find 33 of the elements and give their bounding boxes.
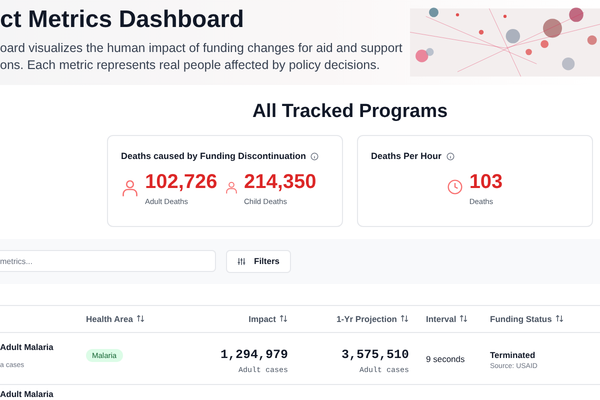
card-title: Deaths Per Hour [371,150,442,163]
interval-text: 9 seconds [426,354,465,364]
search-field[interactable]: metrics... [0,250,216,272]
description-line: ons. Each metric represents real people affected by policy decisions. [0,58,381,73]
column-header[interactable]: Interval [426,314,456,324]
column-header[interactable]: Funding Status [490,314,552,324]
column-header[interactable]: Impact [248,314,276,324]
column-header[interactable]: 1-Yr Projection [336,314,397,324]
person-icon [225,181,238,194]
info-icon [446,152,455,162]
funding-status: Terminated [490,350,536,360]
metric-value: 102,726 [145,172,218,192]
sort-icon [400,314,409,324]
person-icon [121,179,139,198]
filters-button[interactable]: Filters [226,250,291,273]
sort-icon [136,314,145,324]
column-header[interactable]: Health Area [86,314,133,324]
metric-value: 103 [469,172,503,192]
page-title: ct Metrics Dashboard [0,6,246,35]
sort-icon [554,314,564,324]
card-title: Deaths caused by Funding Discontinuation [121,150,306,163]
sliders-icon [237,256,246,266]
metric-value: 214,350 [244,172,316,192]
sort-icon [279,314,288,324]
info-icon [310,152,320,162]
program-name: Adult Malaria [0,342,54,352]
sort-icon [459,314,468,324]
description-line: oard visualizes the human impact of funding changes for aid and support [0,40,404,56]
clock-icon [447,179,464,196]
number-value: 3,575,510 [340,348,409,363]
number-value: 1,294,979 [219,348,288,363]
section-title: All Tracked Programs [251,101,449,124]
program-name: Adult Malaria [0,388,54,399]
